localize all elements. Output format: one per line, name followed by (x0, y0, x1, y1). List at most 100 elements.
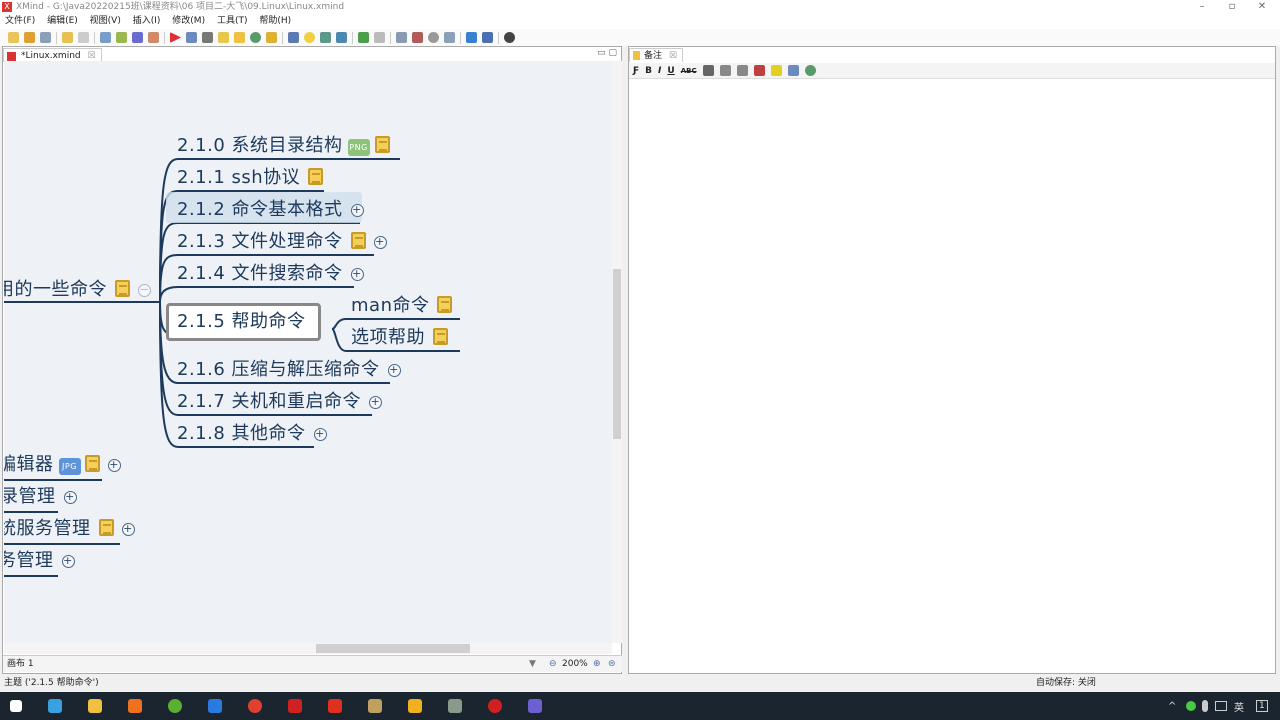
notification-icon[interactable]: 1 (1256, 700, 1268, 712)
highlight-icon[interactable] (770, 65, 782, 76)
align-icon[interactable] (702, 65, 714, 76)
expand-icon[interactable]: + (373, 236, 387, 249)
topic-2-1-7[interactable]: 2.1.7 关机和重启命令 + (177, 391, 383, 413)
topic-task-management[interactable]: 务管理 + (4, 550, 75, 572)
filter-icon[interactable]: ▼ (529, 656, 536, 672)
app-icon[interactable] (408, 699, 422, 713)
menu-help[interactable]: 帮助(H) (259, 16, 291, 26)
upload-icon[interactable] (466, 32, 477, 43)
scroll-thumb[interactable] (316, 644, 470, 653)
collapse-icon[interactable]: − (138, 284, 151, 297)
topic-editor[interactable]: 编辑器 JPG + (4, 454, 121, 476)
menu-tools[interactable]: 工具(T) (217, 16, 248, 26)
tray-arrow-icon[interactable]: ^ (1168, 701, 1176, 712)
layout-icon[interactable] (320, 32, 331, 43)
topic-2-1-2[interactable]: 2.1.2 命令基本格式 + (177, 199, 364, 221)
fit-icon[interactable]: ⊜ (608, 656, 616, 672)
undo-icon[interactable] (62, 32, 73, 43)
app-icon[interactable] (208, 699, 222, 713)
relationship-icon[interactable] (148, 32, 159, 43)
underline-button[interactable]: U (667, 66, 674, 76)
zoom-out-icon[interactable]: ⊖ (549, 656, 557, 672)
outdent-icon[interactable] (736, 65, 748, 76)
mindmap-canvas[interactable]: 用的一些命令 − 2.1.0 系统目录结构 PNG 2.1.1 ssh协议 2.1.… (4, 61, 612, 643)
app-icon[interactable] (368, 699, 382, 713)
expand-icon[interactable]: + (387, 364, 401, 377)
start-icon[interactable] (10, 700, 22, 712)
subtopic-icon[interactable] (116, 32, 127, 43)
topic-2-1-4[interactable]: 2.1.4 文件搜索命令 + (177, 263, 364, 285)
note-icon[interactable] (234, 32, 245, 43)
topic-man[interactable]: man命令 (351, 295, 453, 317)
note-icon[interactable] (308, 168, 324, 185)
menu-modify[interactable]: 修改(M) (172, 16, 205, 26)
save-icon[interactable] (40, 32, 51, 43)
drill-down-icon[interactable] (358, 32, 369, 43)
note-icon[interactable] (433, 328, 448, 345)
italic-button[interactable]: I (658, 66, 661, 76)
topic-options-help[interactable]: 选项帮助 (351, 327, 448, 349)
note-icon[interactable] (374, 136, 390, 153)
close-tab-icon[interactable]: ☒ (88, 51, 96, 61)
horizontal-scrollbar[interactable] (4, 643, 612, 654)
recorder-icon[interactable] (488, 699, 502, 713)
notes-text-area[interactable] (630, 80, 1274, 672)
png-image-icon[interactable]: PNG (347, 139, 370, 156)
note-icon[interactable] (350, 232, 366, 249)
topic-2-1-8[interactable]: 2.1.8 其他命令 + (177, 423, 327, 445)
menu-file[interactable]: 文件(F) (5, 16, 35, 26)
minimize-button[interactable]: – (1192, 0, 1212, 14)
image-icon[interactable] (186, 32, 197, 43)
open-icon[interactable] (24, 32, 35, 43)
topic-2-1-3[interactable]: 2.1.3 文件处理命令 + (177, 231, 387, 253)
jpg-image-icon[interactable]: JPG (58, 458, 81, 475)
tray-app-icon[interactable] (1186, 701, 1196, 711)
marker-icon[interactable] (266, 32, 277, 43)
expand-icon[interactable]: + (369, 396, 383, 409)
hyperlink-icon[interactable] (250, 32, 261, 43)
strikethrough-button[interactable]: ABC (681, 67, 697, 75)
close-button[interactable]: ✕ (1252, 0, 1272, 14)
expand-icon[interactable]: + (63, 491, 77, 504)
app-icon[interactable] (48, 699, 62, 713)
redo-icon[interactable] (78, 32, 89, 43)
topic-2-1-1[interactable]: 2.1.1 ssh协议 (177, 167, 324, 189)
vertical-scrollbar[interactable] (612, 61, 622, 643)
scroll-thumb[interactable] (613, 269, 621, 439)
expand-icon[interactable]: + (350, 204, 364, 217)
bold-button[interactable]: B (645, 66, 652, 76)
gantt-icon[interactable] (412, 32, 423, 43)
topic-icon[interactable] (100, 32, 111, 43)
maximize-button[interactable]: ▫ (1222, 0, 1242, 14)
outline-icon[interactable] (396, 32, 407, 43)
topic-2-1-6[interactable]: 2.1.6 压缩与解压缩命令 + (177, 359, 401, 381)
close-tab-icon[interactable]: ☒ (669, 51, 677, 61)
minimize-maximize-icon[interactable]: ▭ ▢ (597, 48, 617, 58)
share-icon[interactable] (482, 32, 493, 43)
parent-topic[interactable]: 用的一些命令 − (4, 279, 151, 301)
text-color-icon[interactable] (753, 65, 765, 76)
note-icon[interactable] (115, 280, 130, 297)
insert-link-icon[interactable] (804, 65, 816, 76)
label-icon[interactable] (218, 32, 229, 43)
menu-insert[interactable]: 插入(I) (133, 16, 161, 26)
topic-2-1-0[interactable]: 2.1.0 系统目录结构 PNG (177, 135, 390, 157)
chrome-icon[interactable] (248, 699, 262, 713)
expand-icon[interactable]: + (61, 555, 75, 568)
expand-icon[interactable]: + (107, 459, 121, 472)
topic-dir-management[interactable]: 录管理 + (4, 486, 77, 508)
network-icon[interactable] (1215, 701, 1227, 711)
clock-icon[interactable] (428, 32, 439, 43)
refresh-icon[interactable] (336, 32, 347, 43)
expand-icon[interactable]: + (350, 268, 364, 281)
note-icon[interactable] (98, 519, 114, 536)
app-icon[interactable] (528, 699, 542, 713)
microphone-icon[interactable] (1202, 700, 1208, 712)
insert-image-icon[interactable] (787, 65, 799, 76)
indent-icon[interactable] (719, 65, 731, 76)
menu-view[interactable]: 视图(V) (90, 16, 121, 26)
input-language[interactable]: 英 (1234, 699, 1244, 714)
summary-icon[interactable] (132, 32, 143, 43)
new-icon[interactable] (8, 32, 19, 43)
zoom-icon[interactable] (444, 32, 455, 43)
